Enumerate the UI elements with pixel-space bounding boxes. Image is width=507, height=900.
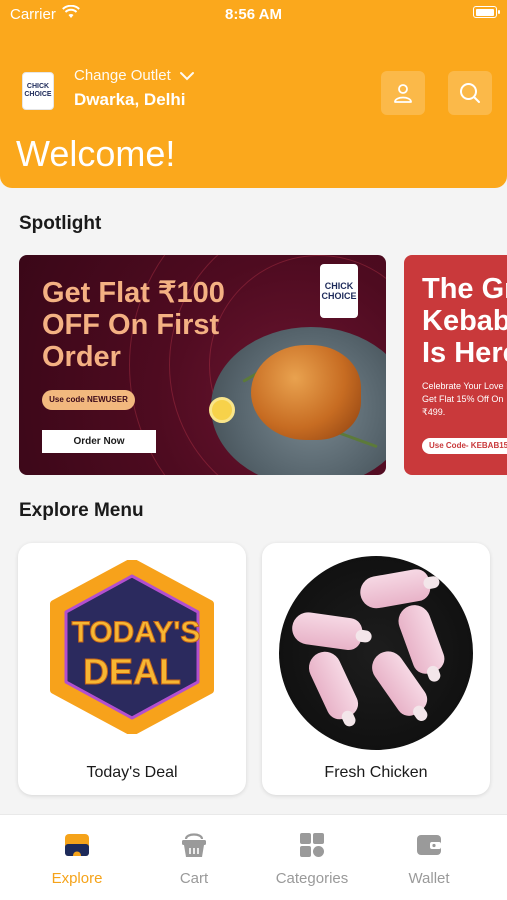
tab-cart[interactable]: Cart <box>134 831 254 887</box>
spotlight-title: Spotlight <box>19 213 102 234</box>
welcome-title: Welcome! <box>16 133 176 174</box>
tab-label: Explore <box>51 870 103 887</box>
banner-logo-line1: CHICK <box>324 281 354 291</box>
menu-card-fresh-chicken[interactable]: Fresh Chicken <box>262 543 490 795</box>
deal-badge-line1: TODAY'S <box>72 616 201 649</box>
todays-deal-badge-icon: TODAY'S DEAL <box>50 560 214 734</box>
tab-wallet[interactable]: Wallet <box>369 831 489 887</box>
spotlight-banner-kebab[interactable]: The Gre Kebab Is Here Celebrate Your Lov… <box>404 255 507 475</box>
order-now-button[interactable]: Order Now <box>42 430 156 453</box>
banner-headline: Get Flat ₹100 OFF On First Order <box>42 277 225 373</box>
status-bar: Carrier 8:56 AM <box>0 0 507 28</box>
outlet-location[interactable]: Dwarka, Delhi <box>74 90 186 110</box>
menu-card-label: Fresh Chicken <box>324 764 428 781</box>
profile-button[interactable] <box>381 71 425 115</box>
change-outlet-label: Change Outlet <box>74 67 171 84</box>
explore-menu-title: Explore Menu <box>19 500 144 521</box>
roast-chicken <box>251 345 361 440</box>
grid-icon <box>300 833 324 857</box>
user-icon <box>394 84 412 103</box>
banner-headline: The Gre Kebab Is Here <box>422 273 507 369</box>
brand-logo: CHICK CHOICE <box>22 72 54 110</box>
spotlight-banner-first-order[interactable]: Get Flat ₹100 OFF On First Order Use cod… <box>19 255 386 475</box>
tab-label: Cart <box>179 870 209 887</box>
banner-logo: CHICK CHOICE <box>320 264 358 318</box>
promo-code-badge: Use code NEWUSER <box>42 390 135 410</box>
promo-code-badge: Use Code- KEBAB15 <box>422 438 507 454</box>
logo-text-line2: CHOICE <box>24 91 52 98</box>
status-time: 8:56 AM <box>225 6 282 23</box>
tab-label: Wallet <box>408 870 450 887</box>
chevron-down-icon <box>179 71 194 80</box>
tab-explore[interactable]: Explore <box>17 831 137 887</box>
app-screen: Carrier 8:56 AM CHICK CHOICE Change Outl… <box>0 0 507 900</box>
logo-text-line1: CHICK <box>26 83 50 90</box>
menu-card-label: Today's Deal <box>86 764 178 781</box>
bottom-tab-bar: Explore Cart Categories Wallet <box>0 814 507 900</box>
change-outlet-button[interactable]: Change Outlet <box>74 67 195 84</box>
tab-label: Categories <box>275 870 349 887</box>
menu-card-todays-deal[interactable]: TODAY'S DEAL Today's Deal <box>18 543 246 795</box>
search-icon <box>460 83 480 103</box>
deal-badge-line2: DEAL <box>83 651 181 692</box>
wallet-icon <box>417 835 441 855</box>
tab-categories[interactable]: Categories <box>252 831 372 887</box>
header: Carrier 8:56 AM CHICK CHOICE Change Outl… <box>0 0 507 188</box>
explore-icon <box>65 834 89 856</box>
basket-icon <box>182 833 206 857</box>
lemon-slice <box>209 397 235 423</box>
battery-icon <box>473 6 500 18</box>
banner-description: Celebrate Your Love I Get Flat 15% Off O… <box>422 381 507 417</box>
banner-logo-line2: CHOICE <box>321 291 357 301</box>
search-button[interactable] <box>448 71 492 115</box>
